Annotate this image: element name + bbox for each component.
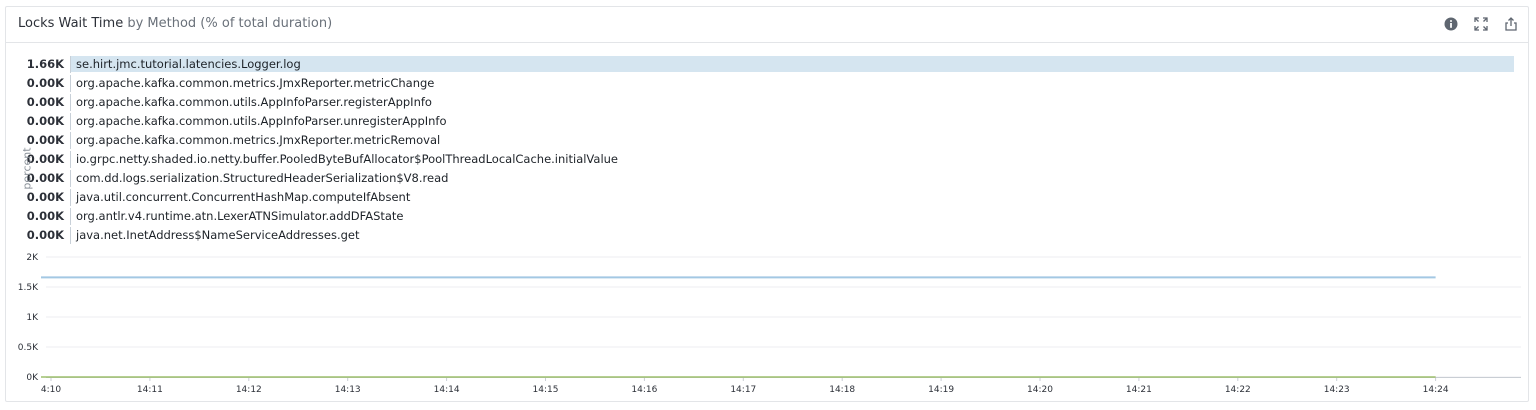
y-tick-label: 0.5K bbox=[18, 343, 39, 353]
x-tick-label: 14:18 bbox=[829, 385, 855, 395]
x-tick-label: 14:21 bbox=[1126, 385, 1152, 395]
x-tick-label: 14:15 bbox=[533, 385, 559, 395]
y-tick-label: 0K bbox=[26, 373, 39, 383]
x-tick-label: 14:13 bbox=[335, 385, 361, 395]
x-tick-label: 14:11 bbox=[137, 385, 163, 395]
x-tick-label: 14:12 bbox=[236, 385, 262, 395]
x-tick-label: 14:17 bbox=[730, 385, 756, 395]
y-tick-label: 1K bbox=[26, 313, 39, 323]
x-tick-label: 14:23 bbox=[1324, 385, 1350, 395]
x-tick-label: 14:22 bbox=[1225, 385, 1251, 395]
timeseries-chart: 0K 0.5K 1K 1.5K 2K 4:10 14:11 14:12 14:13 14:14 14… bbox=[18, 253, 1521, 395]
x-tick-label: 4:10 bbox=[41, 385, 61, 395]
y-tick-label: 1.5K bbox=[18, 283, 39, 293]
x-tick-label: 14:24 bbox=[1423, 385, 1449, 395]
x-tick-label: 14:20 bbox=[1027, 385, 1053, 395]
y-tick-label: 2K bbox=[26, 253, 39, 263]
x-tick-label: 14:19 bbox=[928, 385, 954, 395]
widget-panel: Locks Wait Time by Method (% of total du… bbox=[5, 6, 1529, 402]
x-tick-label: 14:14 bbox=[434, 385, 460, 395]
x-tick-label: 14:16 bbox=[631, 385, 657, 395]
